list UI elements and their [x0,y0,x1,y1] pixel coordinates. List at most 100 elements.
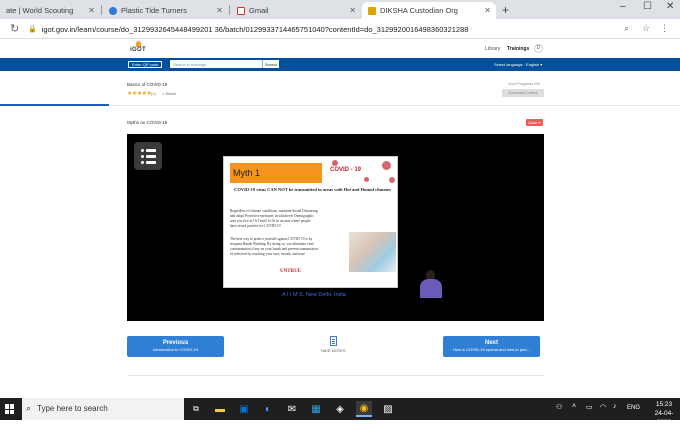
covid-label: COVID - 19 [330,167,362,173]
address-bar: ↻ 🔒 igot.gov.in/learn/course/do_31299326… [0,19,680,39]
battery-icon[interactable]: ▭ [586,403,593,411]
task-view-icon[interactable]: ⧉ [188,401,204,417]
file-explorer-icon[interactable]: ▬ [212,401,228,417]
language-indicator[interactable]: ENG [627,405,640,411]
reload-icon[interactable]: ↻ [10,22,19,35]
store-icon[interactable]: ▣ [236,401,252,417]
menu-dots-icon[interactable]: ⋮ [660,23,669,34]
next-label: Next [484,340,498,346]
bookmark-star-icon[interactable]: ☆ [642,23,650,34]
diksha-icon [368,6,376,15]
igot-logo[interactable]: iGOT [125,41,151,57]
minimize-button[interactable]: – [620,1,626,12]
video-caption: A I I M S, New Delhi, India [282,292,346,298]
slide-verdict: UNTRUE [280,269,302,274]
notes-icon [329,336,337,346]
zoom-icon[interactable]: ⌕ [624,23,629,34]
avatar[interactable]: D [534,44,543,53]
language-label: Select language : [494,62,525,67]
volume-icon[interactable]: ♪ [613,403,617,410]
url-field[interactable]: 🔒 igot.gov.in/learn/course/do_3129932645… [28,22,608,36]
tab-title: ate | World Scouting [6,6,74,15]
search-placeholder: Search in trainings [173,61,207,67]
close-icon[interactable]: ✕ [216,6,223,15]
video-player[interactable]: Myth 1 COVID - 19 COVID-19 virus CAN NOT… [127,134,544,321]
close-content-button[interactable]: Close ✕ [526,119,543,126]
previous-label: Previous [162,340,189,346]
previous-button[interactable]: Previous Introduction to COVID-19 [127,336,224,357]
share-link[interactable]: < Share [162,91,176,96]
library-link[interactable]: Library [485,46,500,52]
people-icon[interactable]: ⚇ [556,403,562,411]
language-value: English ▾ [526,62,543,67]
content-title: Myths on COVID-19 [127,120,168,125]
new-tab-button[interactable]: + [502,3,509,17]
next-button[interactable]: Next How is COVID-19 spread and how to p… [443,336,540,357]
tab-title: Plastic Tide Turners [121,6,187,15]
lock-icon: 🔒 [28,26,37,33]
slide-bullet: The best way to protect yourself against… [230,237,318,256]
hand-washing-image [349,232,396,272]
windows-taskbar: ⌕ Type here to search ⧉ ▬ ▣ ◐ ✉ ▦ ◈ ◉ ▨ … [0,398,680,426]
download-content-button[interactable]: Download Content [502,89,544,97]
maximize-button[interactable]: ☐ [643,1,652,12]
qr-code-button[interactable]: Enter QR code [128,61,163,68]
progress-label: Your Progress 0% [508,81,541,86]
url-text: igot.gov.in/learn/course/do_312993264544… [41,24,469,34]
edge-icon[interactable]: ◐ [260,401,276,417]
virus-icon [332,160,338,166]
browser-tab-diksha[interactable]: DIKSHA Custodian Org ✕ [362,2,496,19]
mail-icon[interactable]: ✉ [284,401,300,417]
browser-tab-strip: ate | World Scouting ✕ Plastic Tide Turn… [0,0,680,19]
taskbar-search-placeholder: Type here to search [37,404,108,413]
gmail-icon [237,6,245,15]
clock-time: 15:23 [655,401,673,408]
myth-slide: Myth 1 COVID - 19 COVID-19 virus CAN NOT… [223,156,398,288]
wifi-icon[interactable]: ◠ [600,403,606,411]
slide-bullet: Regardless of climate conditions, mainta… [230,209,318,228]
tab-separator [229,5,230,15]
virus-icon [364,177,369,182]
chrome-icon[interactable]: ◉ [356,401,372,417]
previous-subtitle: Introduction to COVID-19 [153,347,198,352]
divider [127,375,544,376]
games-icon[interactable]: ◈ [332,401,348,417]
tab-title: DIKSHA Custodian Org [380,6,458,15]
rating-count: (4) [151,91,156,96]
site-header: iGOT Library Trainings D [0,39,680,58]
language-selector[interactable]: Select language : English ▾ [494,62,542,67]
search-bar: Enter QR code Search in trainings Search… [0,58,680,71]
course-title: Basics of COVID-19 [127,82,168,87]
browser-tab-world-scouting[interactable]: ate | World Scouting ✕ [0,2,100,19]
search-input[interactable]: Search in trainings [170,60,262,68]
window-close-button[interactable]: ✕ [666,1,674,12]
tab-title: Gmail [249,6,269,15]
menu-list-icon[interactable] [134,142,162,170]
slide-heading: Myth 1 [230,163,322,183]
windows-start-icon[interactable] [5,404,15,414]
photos-icon[interactable]: ▨ [380,401,396,417]
virus-icon [382,161,391,170]
taskbar-search-input[interactable]: ⌕ Type here to search [0,398,184,420]
system-clock[interactable]: 15:23 24-04-2020 [648,400,680,427]
take-notes-label: TAKE NOTES [320,348,346,353]
slide-lead: COVID-19 virus CAN NOT be transmitted in… [234,187,391,192]
rating-stars: ★★★★★ [127,91,152,97]
close-icon[interactable]: ✕ [88,6,95,15]
close-icon[interactable]: ✕ [349,6,356,15]
search-icon: ⌕ [26,403,32,413]
browser-tab-plastic-tide-turners[interactable]: Plastic Tide Turners ✕ [103,2,228,19]
trainings-link[interactable]: Trainings [507,46,529,52]
browser-tab-gmail[interactable]: Gmail ✕ [231,2,361,19]
logo-text: iGOT [130,47,146,53]
tray-chevron-icon[interactable]: ˄ [572,403,576,410]
globe-icon [109,6,117,15]
presenter-video [420,270,442,298]
take-notes-button[interactable]: TAKE NOTES [318,336,348,353]
clock-date: 24-04-2020 [654,410,674,426]
course-progress-fill [0,104,109,106]
close-icon[interactable]: ✕ [484,6,491,15]
app-icon[interactable]: ▦ [308,401,324,417]
search-button[interactable]: Search [262,60,279,68]
virus-icon [389,177,395,183]
